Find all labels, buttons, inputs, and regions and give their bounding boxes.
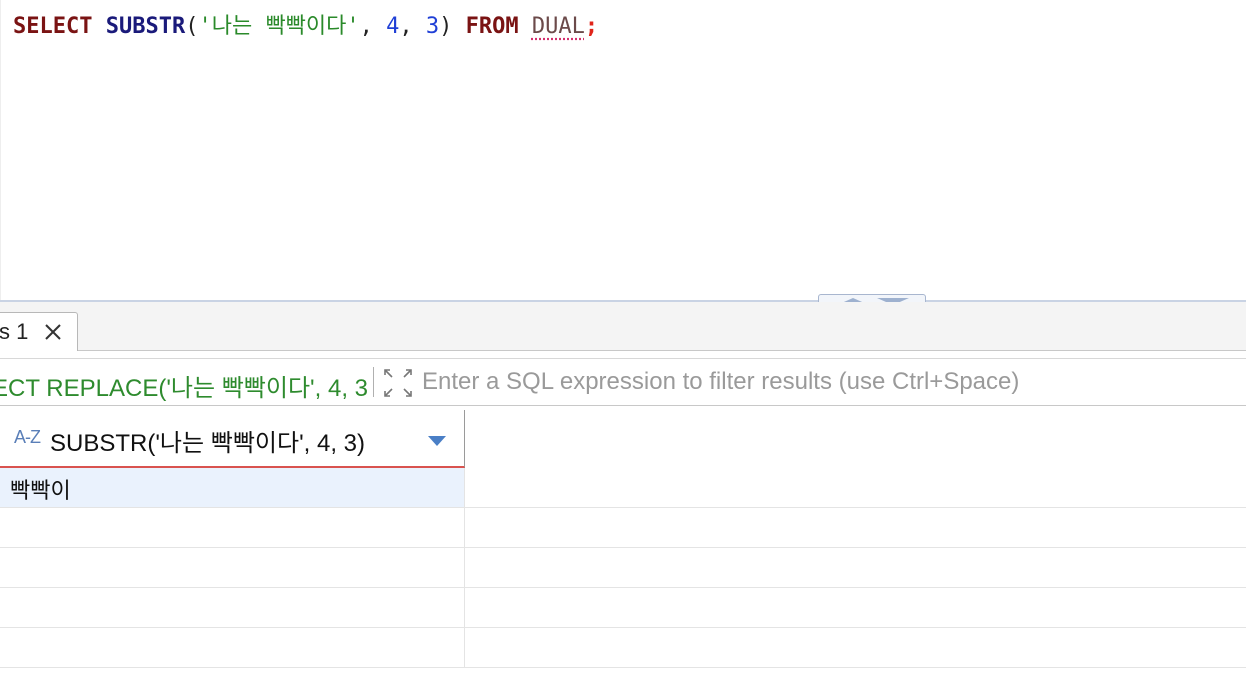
table-row[interactable] [0, 628, 1246, 668]
results-tab-strip: s 1 [0, 302, 1246, 351]
sql-editor[interactable]: SELECT SUBSTR('나는 빡빡이다', 4, 3) FROM DUAL… [0, 0, 1246, 300]
sql-number-arg: 3 [425, 14, 440, 39]
sql-keyword-select: SELECT [13, 14, 93, 39]
expand-icon[interactable] [382, 367, 414, 399]
table-cell[interactable]: 빡빡이 [0, 468, 465, 507]
sql-semicolon: ; [584, 14, 599, 39]
results-grid: A-Z SUBSTR('나는 빡빡이다', 4, 3) 빡빡이 [0, 406, 1246, 674]
tab-results[interactable]: s 1 [0, 312, 78, 351]
filter-query: SELECT REPLACE('나는 빡빡이다', 4, 3 [0, 359, 368, 405]
sql-line[interactable]: SELECT SUBSTR('나는 빡빡이다', 4, 3) FROM DUAL… [13, 10, 598, 44]
column-header[interactable]: A-Z SUBSTR('나는 빡빡이다', 4, 3) [0, 410, 465, 468]
tab-label: s 1 [0, 319, 29, 344]
sql-close-paren: ) [439, 14, 453, 39]
column-header-label: SUBSTR('나는 빡빡이다', 4, 3) [50, 430, 366, 457]
sql-table-name: DUAL [531, 14, 585, 39]
sql-open-paren: ( [185, 14, 199, 39]
table-row[interactable] [0, 548, 1246, 588]
sql-string-literal: '나는 빡빡이다' [198, 14, 360, 39]
filter-bar: SELECT REPLACE('나는 빡빡이다', 4, 3 [0, 358, 1246, 406]
filter-input[interactable] [422, 364, 1222, 400]
string-type-icon: A-Z [14, 427, 41, 447]
table-cell[interactable] [0, 548, 465, 587]
cell-value: 빡빡이 [10, 479, 71, 504]
table-row[interactable] [0, 508, 1246, 548]
table-cell[interactable] [0, 508, 465, 547]
table-row[interactable]: 빡빡이 [0, 468, 1246, 508]
filter-query-text: SELECT REPLACE('나는 빡빡이다', 4, 3 [0, 375, 368, 402]
sql-number-arg: 4 [386, 14, 400, 39]
table-cell[interactable] [0, 588, 465, 627]
sql-comma: , [399, 14, 426, 39]
sql-comma: , [359, 14, 387, 39]
table-row[interactable] [0, 588, 1246, 628]
sql-function-substr: SUBSTR [105, 14, 186, 39]
chevron-down-icon[interactable] [428, 436, 446, 446]
table-cell[interactable] [0, 628, 465, 667]
filter-separator [373, 367, 374, 397]
sql-keyword-from: FROM [465, 14, 519, 39]
close-icon[interactable] [43, 322, 63, 342]
